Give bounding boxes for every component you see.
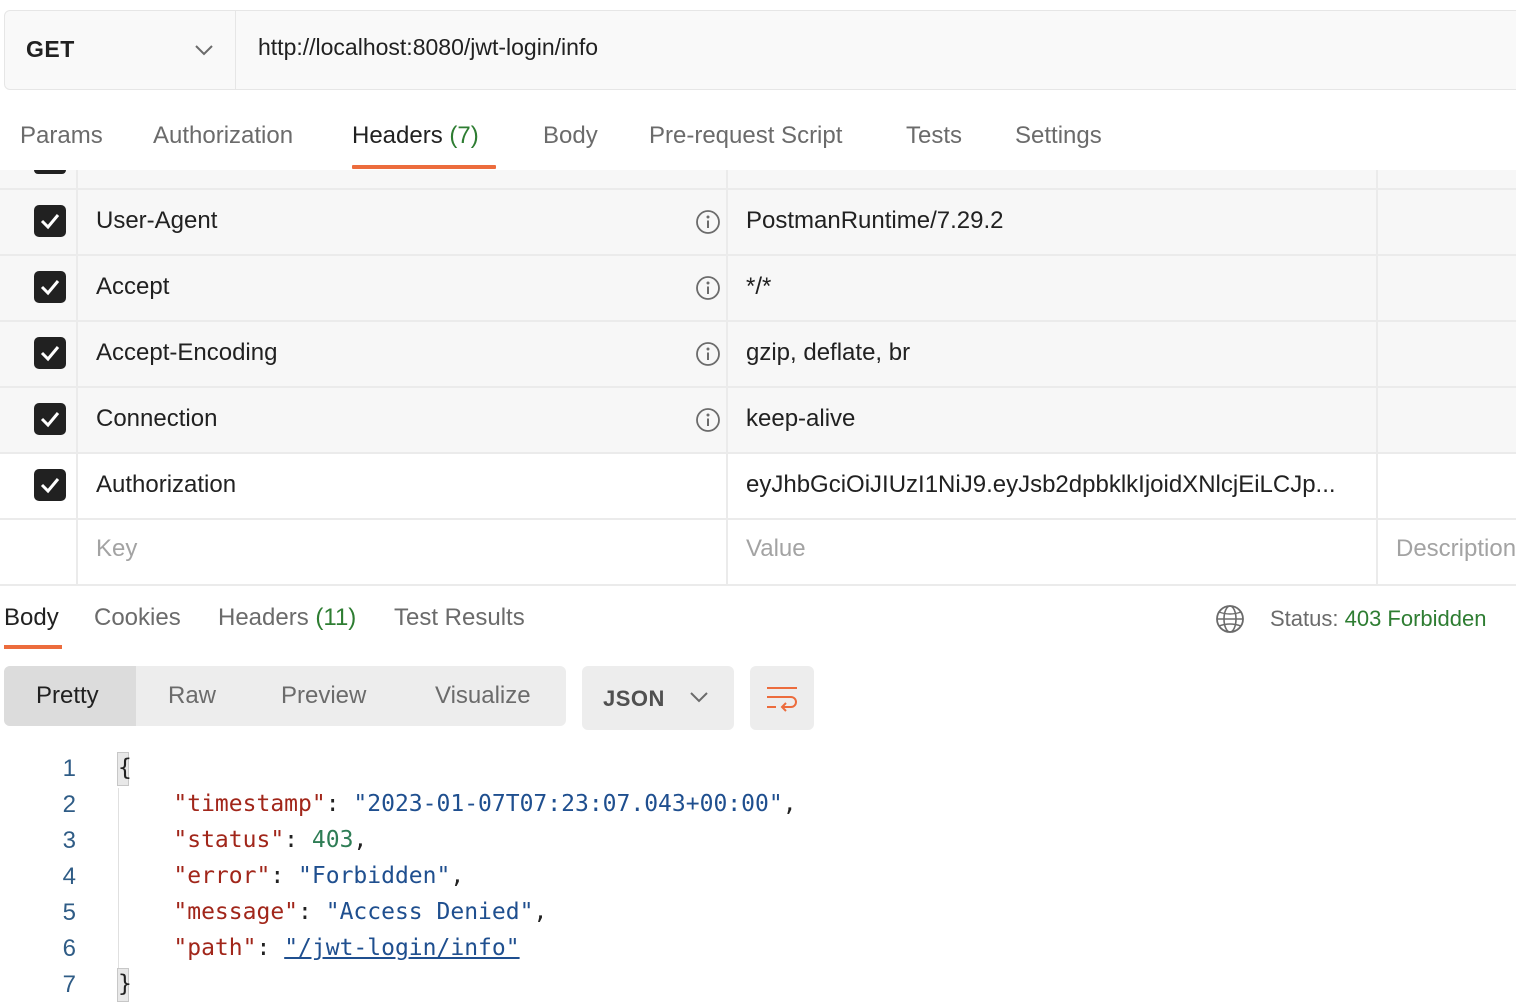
check-icon (40, 280, 60, 296)
checkbox-partial[interactable] (34, 170, 66, 174)
json-line: "error": "Forbidden", (173, 863, 465, 889)
view-mode-raw[interactable]: Raw (168, 682, 216, 710)
json-comma: , (353, 827, 368, 853)
header-checkbox[interactable] (34, 337, 66, 369)
response-tab-test-results[interactable]: Test Results (394, 604, 525, 632)
chevron-down-icon[interactable] (192, 38, 216, 62)
active-tab-indicator (352, 165, 496, 169)
line-number: 1 (62, 755, 76, 782)
view-mode-visualize[interactable]: Visualize (435, 682, 531, 710)
tab-headers-count: (7) (449, 122, 479, 149)
info-icon[interactable] (695, 407, 721, 433)
header-key[interactable]: Connection (96, 405, 217, 433)
header-value[interactable]: gzip, deflate, br (746, 339, 910, 367)
json-value: "Forbidden" (298, 863, 451, 889)
header-value[interactable]: eyJhbGciOiJIUzI1NiJ9.eyJsb2dpbklkIjoidXN… (746, 471, 1336, 499)
json-key: "status" (173, 827, 285, 853)
table-row-partial (0, 170, 1516, 190)
tab-tests[interactable]: Tests (906, 122, 962, 150)
info-icon[interactable] (695, 275, 721, 301)
check-icon (40, 346, 60, 362)
status-label: Status: (1270, 606, 1339, 631)
header-key[interactable]: Accept (96, 273, 169, 301)
header-key[interactable]: Accept-Encoding (96, 339, 277, 367)
json-comma: , (782, 791, 797, 817)
response-tab-cookies[interactable]: Cookies (94, 604, 181, 632)
line-number: 5 (62, 899, 76, 926)
tab-pre-request-script[interactable]: Pre-request Script (649, 122, 842, 150)
header-checkbox[interactable] (34, 403, 66, 435)
response-tab-body[interactable]: Body (4, 604, 59, 632)
method-label: GET (26, 36, 75, 62)
response-tab-headers-label: Headers (218, 604, 309, 631)
header-value[interactable]: PostmanRuntime/7.29.2 (746, 207, 1003, 235)
check-icon (40, 412, 60, 428)
new-value-input[interactable]: Value (746, 535, 806, 563)
url-input[interactable]: http://localhost:8080/jwt-login/info (258, 34, 598, 61)
json-key: "path" (173, 935, 257, 961)
header-key[interactable]: Authorization (96, 471, 236, 499)
response-status[interactable]: Status: 403 Forbidden (1270, 606, 1487, 632)
header-value[interactable]: keep-alive (746, 405, 855, 433)
info-icon[interactable] (695, 209, 721, 235)
column-divider (1376, 170, 1378, 586)
tab-authorization[interactable]: Authorization (153, 122, 293, 150)
header-checkbox[interactable] (34, 205, 66, 237)
line-number: 6 (62, 935, 76, 962)
response-tab-headers-count: (11) (315, 604, 357, 631)
new-key-input[interactable]: Key (96, 535, 137, 563)
tab-headers[interactable]: Headers (7) (352, 122, 479, 150)
json-open-brace: { (118, 755, 132, 781)
chevron-down-icon (690, 692, 708, 703)
json-comma: , (450, 863, 465, 889)
json-value: "Access Denied" (325, 899, 534, 925)
new-description-input[interactable]: Description (1396, 535, 1516, 563)
line-number: 7 (62, 971, 76, 998)
tab-params[interactable]: Params (20, 122, 103, 150)
json-comma: , (533, 899, 548, 925)
json-line: "timestamp": "2023-01-07T07:23:07.043+00… (173, 791, 797, 817)
check-icon (40, 214, 60, 230)
tab-body[interactable]: Body (543, 122, 598, 150)
json-line: "message": "Access Denied", (173, 899, 548, 925)
view-mode-preview[interactable]: Preview (281, 682, 366, 710)
json-link-value[interactable]: "/jwt-login/info" (284, 935, 519, 961)
status-code: 403 Forbidden (1344, 606, 1487, 631)
response-tab-headers[interactable]: Headers (11) (218, 604, 356, 632)
header-checkbox[interactable] (34, 271, 66, 303)
tab-settings[interactable]: Settings (1015, 122, 1102, 150)
header-value[interactable]: */* (746, 273, 771, 301)
json-key: "timestamp" (173, 791, 326, 817)
json-line: "status": 403, (173, 827, 368, 853)
info-icon[interactable] (695, 341, 721, 367)
header-checkbox[interactable] (34, 469, 66, 501)
tab-headers-label: Headers (352, 122, 443, 149)
view-mode-pretty[interactable]: Pretty (36, 682, 99, 710)
column-divider (726, 170, 728, 586)
header-key[interactable]: User-Agent (96, 207, 217, 235)
json-value: 403 (311, 827, 354, 853)
json-key: "error" (173, 863, 271, 889)
json-line: "path": "/jwt-login/info" (173, 935, 520, 961)
check-icon (40, 478, 60, 494)
json-value: "2023-01-07T07:23:07.043+00:00" (353, 791, 783, 817)
json-key: "message" (173, 899, 299, 925)
text-wrap-icon (767, 687, 797, 712)
json-close-brace: } (118, 971, 132, 997)
format-label: JSON (603, 686, 665, 711)
line-number: 3 (62, 827, 76, 854)
response-active-tab-indicator (4, 645, 62, 649)
globe-icon[interactable] (1214, 603, 1246, 635)
line-number: 2 (62, 791, 76, 818)
line-number: 4 (62, 863, 76, 890)
column-divider (76, 170, 78, 586)
